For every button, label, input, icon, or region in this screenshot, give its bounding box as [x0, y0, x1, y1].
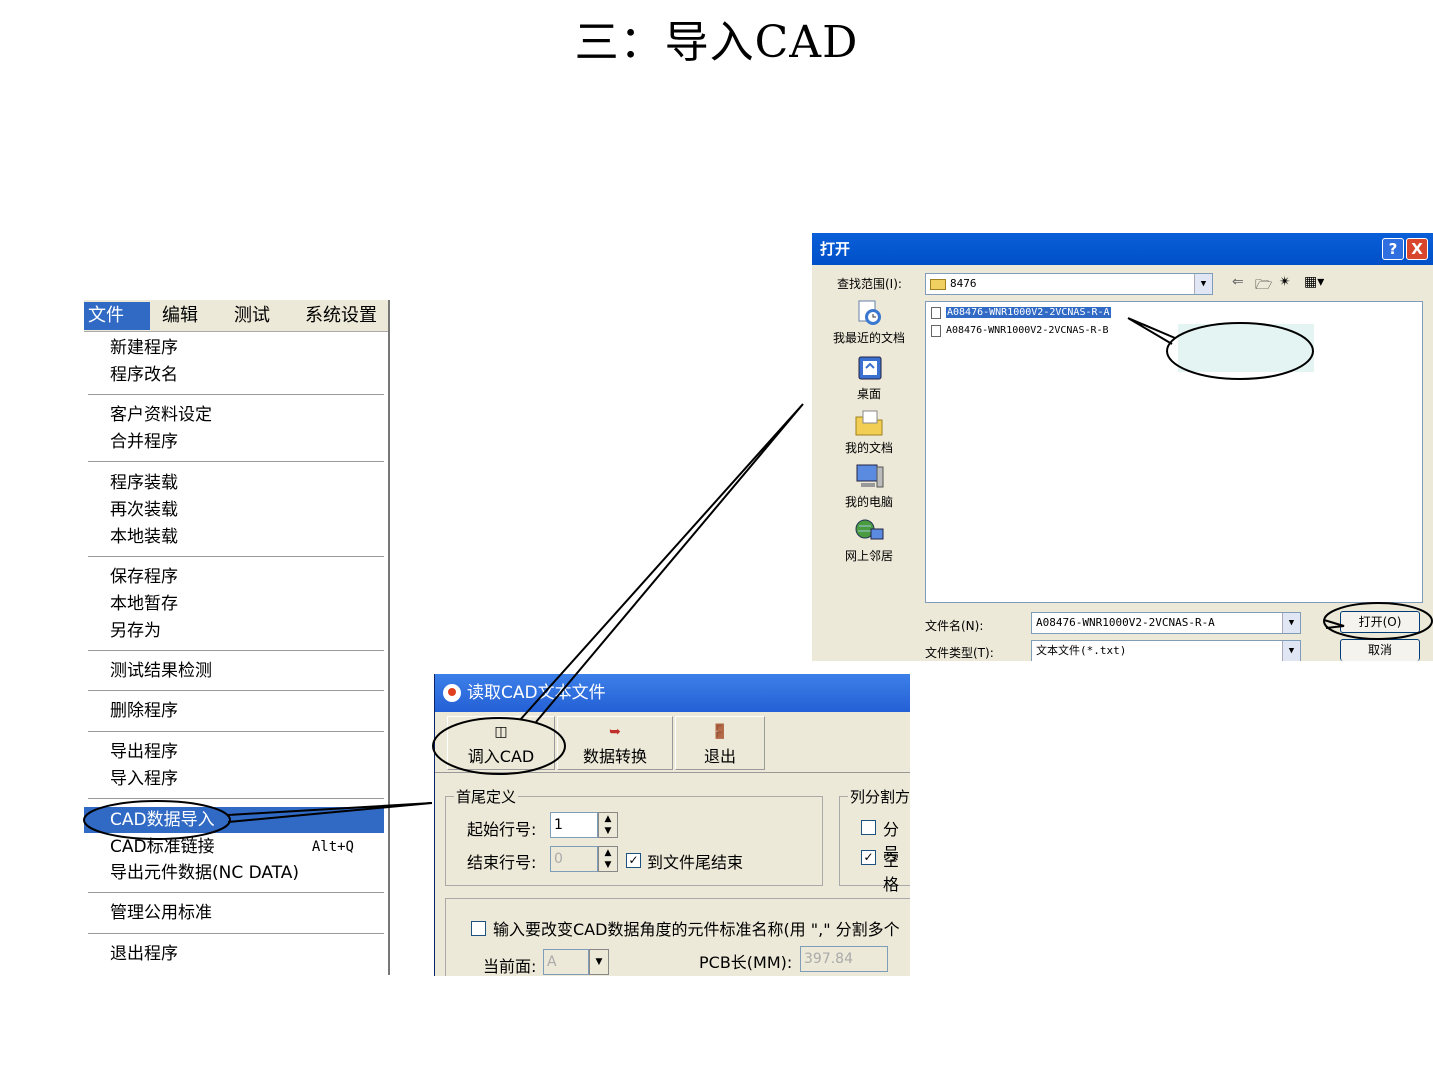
callout-pointer-menu: [227, 802, 433, 823]
callout-pointer-import: [519, 403, 804, 723]
callout-ellipse-import: [432, 717, 566, 775]
callout-ellipse-menu: [83, 800, 231, 840]
callout-overlay: [83, 317, 1433, 840]
callout-ellipse-open: [1323, 602, 1433, 640]
callout-pointer-file: [1127, 317, 1176, 345]
